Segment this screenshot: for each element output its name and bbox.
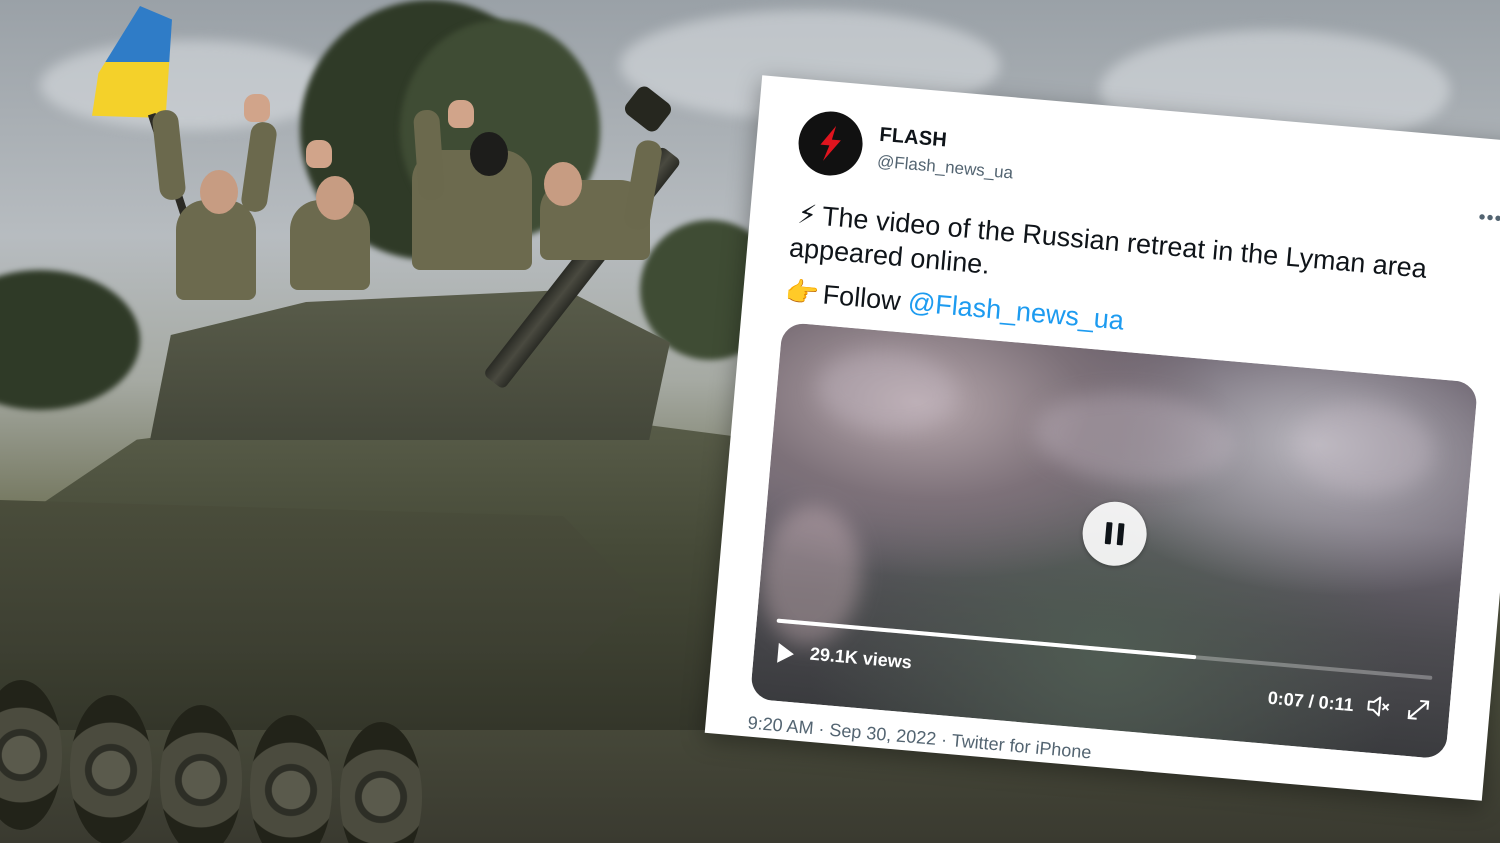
muted-speaker-icon[interactable] bbox=[1365, 692, 1393, 720]
soldier-head bbox=[316, 176, 354, 220]
pause-icon bbox=[1104, 521, 1125, 546]
road-wheel bbox=[340, 722, 422, 843]
soldier-head bbox=[470, 132, 508, 176]
soldier-head bbox=[544, 162, 582, 206]
user-handle[interactable]: @Flash_news_ua bbox=[876, 152, 1013, 184]
soldier-head bbox=[200, 170, 238, 214]
pointing-hand-emoji: 👉 bbox=[784, 276, 821, 309]
soldier-hand bbox=[244, 94, 270, 122]
soldier-arm bbox=[239, 120, 279, 214]
pause-button[interactable] bbox=[1079, 499, 1150, 569]
tweet-card[interactable]: FLASH @Flash_news_ua ••• ⚡ The video of t… bbox=[704, 75, 1500, 801]
video-time: 0:07 / 0:11 bbox=[1266, 687, 1355, 716]
lightning-bolt-logo bbox=[820, 125, 841, 161]
account-avatar[interactable] bbox=[795, 108, 866, 179]
vehicle-front-armor bbox=[0, 500, 640, 660]
soldier-hand bbox=[306, 140, 332, 168]
mention-link[interactable]: @Flash_news_ua bbox=[907, 287, 1125, 336]
road-wheel bbox=[70, 695, 152, 843]
vehicle-turret bbox=[150, 290, 670, 440]
ellipsis-icon[interactable]: ••• bbox=[1478, 206, 1500, 231]
soldier-hand bbox=[448, 100, 474, 128]
road-wheel bbox=[160, 705, 242, 843]
display-name[interactable]: FLASH bbox=[878, 124, 948, 153]
soldier bbox=[176, 200, 256, 300]
view-count: 29.1K views bbox=[809, 643, 913, 673]
video-player[interactable]: 29.1K views 0:07 / 0:11 bbox=[749, 321, 1479, 760]
fullscreen-icon[interactable] bbox=[1404, 696, 1432, 724]
follow-word: Follow bbox=[821, 279, 902, 317]
play-icon[interactable] bbox=[777, 642, 795, 665]
road-wheel bbox=[250, 715, 332, 843]
lightning-emoji: ⚡ bbox=[796, 198, 819, 231]
